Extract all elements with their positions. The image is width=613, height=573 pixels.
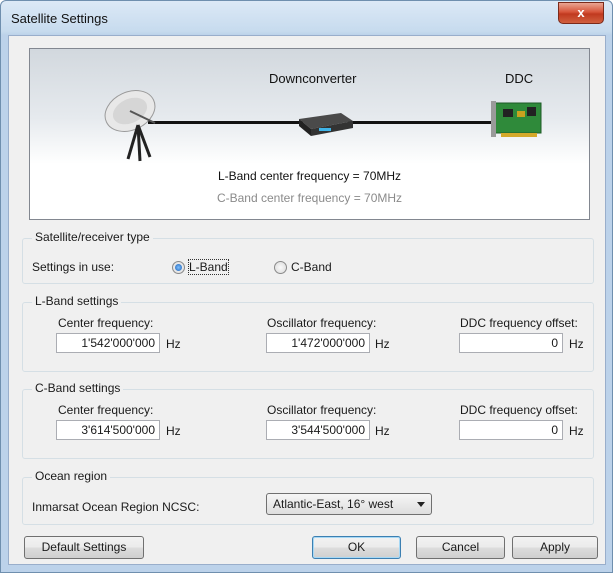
lband-osc-input[interactable]: 1'472'000'000 <box>266 333 370 353</box>
cband-ddc-input[interactable]: 0 <box>459 420 563 440</box>
receiver-type-group: Satellite/receiver type Settings in use:… <box>22 230 594 284</box>
ocean-region-select[interactable]: Atlantic-East, 16° west <box>266 493 432 515</box>
satellite-settings-dialog: Satellite Settings x Downconverter DDC L… <box>0 0 613 573</box>
cband-radio[interactable] <box>274 261 287 274</box>
title-bar[interactable]: Satellite Settings x <box>1 1 612 35</box>
cband-frequency-note: C-Band center frequency = 70MHz <box>216 191 403 205</box>
signal-line-right <box>348 121 496 124</box>
lband-radio[interactable] <box>172 261 185 274</box>
satellite-dish-icon <box>104 90 156 162</box>
ddc-label: DDC <box>505 71 534 86</box>
chevron-down-icon <box>417 502 425 507</box>
ocean-region-label: Inmarsat Ocean Region NCSC: <box>32 500 200 514</box>
default-settings-button[interactable]: Default Settings <box>24 536 144 559</box>
lband-frequency-note: L-Band center frequency = 70MHz <box>217 169 402 183</box>
settings-in-use-label: Settings in use: <box>32 260 115 274</box>
signal-line-left <box>148 121 303 124</box>
cband-settings-group: C-Band settings Center frequency: 3'614'… <box>22 381 594 459</box>
cband-radio-label[interactable]: C-Band <box>291 260 332 274</box>
ocean-region-title: Ocean region <box>32 469 111 483</box>
downconverter-device-icon <box>299 113 353 136</box>
window-title: Satellite Settings <box>11 11 108 26</box>
cband-center-label: Center frequency: <box>58 403 154 417</box>
ocean-region-selected: Atlantic-East, 16° west <box>273 497 394 511</box>
lband-ddc-unit: Hz <box>569 337 584 351</box>
lband-settings-group: L-Band settings Center frequency: 1'542'… <box>22 294 594 372</box>
cband-osc-unit: Hz <box>375 424 390 438</box>
lband-ddc-label: DDC frequency offset: <box>460 316 578 330</box>
lband-center-unit: Hz <box>166 337 181 351</box>
cband-center-input[interactable]: 3'614'500'000 <box>56 420 160 440</box>
ddc-card-icon <box>491 101 542 137</box>
cband-ddc-unit: Hz <box>569 424 584 438</box>
signal-chain-banner: Downconverter DDC L-Band center frequenc… <box>29 48 590 220</box>
lband-osc-unit: Hz <box>375 337 390 351</box>
close-icon: x <box>577 5 585 20</box>
apply-button[interactable]: Apply <box>512 536 598 559</box>
cband-osc-input[interactable]: 3'544'500'000 <box>266 420 370 440</box>
close-button[interactable]: x <box>558 2 604 24</box>
lband-osc-label: Oscillator frequency: <box>267 316 377 330</box>
ocean-region-group: Ocean region Inmarsat Ocean Region NCSC:… <box>22 469 594 525</box>
cband-settings-title: C-Band settings <box>32 381 124 395</box>
lband-radio-label[interactable]: L-Band <box>188 259 229 275</box>
cancel-button[interactable]: Cancel <box>416 536 505 559</box>
cband-osc-label: Oscillator frequency: <box>267 403 377 417</box>
ok-button[interactable]: OK <box>312 536 401 559</box>
lband-ddc-input[interactable]: 0 <box>459 333 563 353</box>
dialog-client-area: Downconverter DDC L-Band center frequenc… <box>8 35 606 565</box>
cband-center-unit: Hz <box>166 424 181 438</box>
lband-center-input[interactable]: 1'542'000'000 <box>56 333 160 353</box>
downconverter-label: Downconverter <box>269 71 357 86</box>
receiver-type-title: Satellite/receiver type <box>32 230 153 244</box>
lband-center-label: Center frequency: <box>58 316 154 330</box>
cband-ddc-label: DDC frequency offset: <box>460 403 578 417</box>
lband-settings-title: L-Band settings <box>32 294 122 308</box>
